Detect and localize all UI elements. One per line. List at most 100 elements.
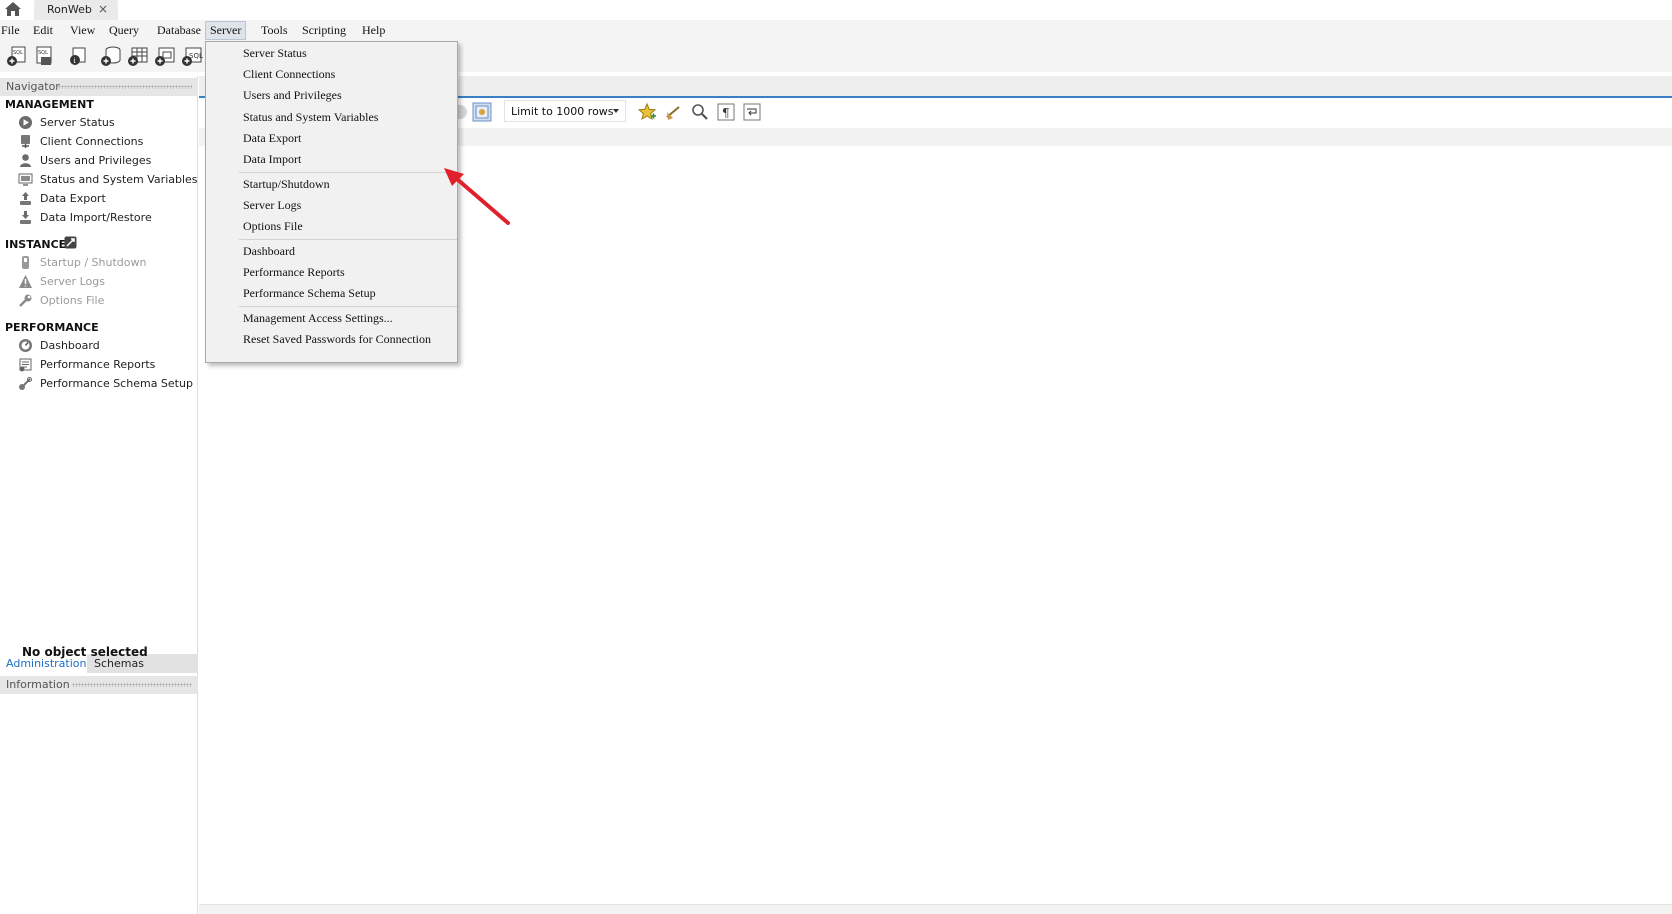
- menu-edit[interactable]: Edit: [33, 22, 53, 39]
- nav-item-label: Users and Privileges: [40, 154, 152, 167]
- limit-rows-select[interactable]: Limit to 1000 rows: [504, 100, 626, 122]
- nav-item-label: Data Export: [40, 192, 106, 205]
- menu-help[interactable]: Help: [362, 22, 385, 39]
- instance-config-icon[interactable]: [64, 236, 77, 249]
- nav-item-server-status[interactable]: Server Status: [18, 114, 198, 132]
- reports-icon: [19, 358, 32, 372]
- menu-item-label: Data Import: [243, 152, 302, 166]
- nav-item-data-export[interactable]: Data Export: [18, 190, 198, 208]
- menu-item-client-connections[interactable]: Client Connections: [207, 64, 456, 84]
- invisible-chars-icon[interactable]: ¶: [716, 102, 736, 122]
- menu-view[interactable]: View: [70, 22, 95, 39]
- nav-item-dashboard[interactable]: Dashboard: [18, 337, 198, 355]
- nav-item-performance-reports[interactable]: Performance Reports: [18, 356, 198, 374]
- menu-server[interactable]: Server: [205, 21, 247, 40]
- limit-rows-value: Limit to 1000 rows: [511, 105, 614, 118]
- monitor-icon: [18, 173, 33, 186]
- menu-item-label: Options File: [243, 219, 303, 233]
- menu-item-label: Performance Schema Setup: [243, 286, 376, 300]
- menu-item-status-variables[interactable]: Status and System Variables: [207, 107, 456, 127]
- menu-file[interactable]: File: [1, 22, 20, 39]
- menu-tools[interactable]: Tools: [261, 22, 288, 39]
- navigator-header-label: Navigator: [6, 80, 60, 93]
- menu-item-label: Users and Privileges: [243, 88, 342, 102]
- bottom-panel-edge: [199, 904, 1672, 914]
- svg-text:¶: ¶: [722, 106, 730, 120]
- menu-item-label: Performance Reports: [243, 265, 345, 279]
- nav-item-label: Client Connections: [40, 135, 144, 148]
- power-switch-icon: [22, 256, 29, 269]
- menu-item-label: Server Logs: [243, 198, 302, 212]
- menu-item-data-export[interactable]: Data Export: [207, 128, 456, 148]
- menu-database[interactable]: Database: [157, 22, 201, 39]
- svg-text:SQL: SQL: [38, 50, 48, 56]
- tab-bar: RonWeb ×: [0, 0, 1672, 20]
- nav-item-client-connections[interactable]: Client Connections: [18, 133, 198, 151]
- menu-item-performance-schema-setup[interactable]: Performance Schema Setup: [207, 283, 456, 303]
- new-sql-tab-icon[interactable]: SQL: [6, 46, 28, 67]
- nav-item-label: Status and System Variables: [40, 173, 198, 186]
- menu-item-management-access-settings[interactable]: Management Access Settings...: [207, 308, 456, 328]
- nav-item-label: Performance Reports: [40, 358, 156, 371]
- information-header: Information: [0, 676, 198, 694]
- menu-item-label: Client Connections: [243, 67, 336, 81]
- menu-separator: [239, 172, 457, 173]
- server-connections-icon: [21, 135, 30, 148]
- wrap-lines-icon[interactable]: [742, 102, 762, 122]
- menu-item-users-privileges[interactable]: Users and Privileges: [207, 85, 456, 105]
- warning-icon: [19, 275, 32, 288]
- create-table-icon[interactable]: [127, 46, 149, 67]
- menu-item-performance-reports[interactable]: Performance Reports: [207, 262, 456, 282]
- menu-item-server-status[interactable]: Server Status: [207, 43, 456, 63]
- menu-query[interactable]: Query: [109, 22, 139, 39]
- menu-separator: [239, 239, 457, 240]
- menu-separator: [239, 306, 457, 307]
- menu-scripting[interactable]: Scripting: [302, 22, 346, 39]
- nav-item-status-variables[interactable]: Status and System Variables: [18, 171, 198, 189]
- menu-item-startup-shutdown[interactable]: Startup/Shutdown: [207, 174, 456, 194]
- menu-item-label: Server Status: [243, 46, 307, 60]
- nav-item-label: Startup / Shutdown: [40, 256, 147, 269]
- import-icon: [20, 211, 31, 224]
- menu-item-label: Status and System Variables: [243, 110, 379, 124]
- find-magnifier-icon[interactable]: [690, 102, 710, 122]
- dashboard-gauge-icon: [19, 339, 32, 352]
- nav-item-performance-schema-setup[interactable]: Performance Schema Setup: [18, 375, 198, 393]
- header-grip: [58, 85, 192, 89]
- menu-item-data-import[interactable]: Data Import: [207, 149, 456, 169]
- create-view-icon[interactable]: [154, 46, 176, 67]
- menu-item-label: Reset Saved Passwords for Connection: [243, 332, 431, 346]
- connection-tab[interactable]: RonWeb ×: [34, 0, 118, 20]
- create-procedure-icon[interactable]: SQL: [181, 46, 203, 67]
- svg-text:SQL: SQL: [13, 50, 23, 56]
- menu-item-options-file[interactable]: Options File: [207, 216, 456, 236]
- open-sql-file-icon[interactable]: SQL: [33, 46, 55, 67]
- toggle-results-icon[interactable]: [472, 102, 492, 122]
- instance-section-title: INSTANCE: [5, 238, 67, 251]
- nav-item-data-import[interactable]: Data Import/Restore: [18, 209, 198, 227]
- nav-item-server-logs[interactable]: Server Logs: [18, 273, 198, 291]
- close-icon[interactable]: ×: [98, 2, 108, 16]
- nav-item-users-privileges[interactable]: Users and Privileges: [18, 152, 198, 170]
- nav-item-label: Dashboard: [40, 339, 100, 352]
- menu-item-reset-saved-passwords[interactable]: Reset Saved Passwords for Connection: [207, 329, 456, 349]
- home-icon[interactable]: [4, 1, 22, 17]
- wrench-icon: [19, 294, 32, 307]
- annotation-arrow-icon: [444, 168, 510, 225]
- menu-item-label: Management Access Settings...: [243, 311, 393, 325]
- nav-item-options-file[interactable]: Options File: [18, 292, 198, 310]
- create-schema-icon[interactable]: [100, 46, 122, 67]
- menu-item-dashboard[interactable]: Dashboard: [207, 241, 456, 261]
- export-icon: [20, 192, 31, 205]
- nav-item-label: Performance Schema Setup: [40, 377, 193, 390]
- inspector-icon[interactable]: i: [67, 46, 89, 67]
- nav-item-startup-shutdown[interactable]: Startup / Shutdown: [18, 254, 198, 272]
- navigator-header: Navigator: [0, 78, 198, 96]
- connection-tab-label: RonWeb: [47, 3, 92, 16]
- user-icon: [20, 154, 31, 167]
- menu-item-server-logs[interactable]: Server Logs: [207, 195, 456, 215]
- beautify-broom-icon[interactable]: [664, 102, 684, 122]
- add-snippet-star-icon[interactable]: [637, 102, 657, 122]
- no-object-selected-text: No object selected: [22, 645, 148, 659]
- nav-item-label: Server Logs: [40, 275, 105, 288]
